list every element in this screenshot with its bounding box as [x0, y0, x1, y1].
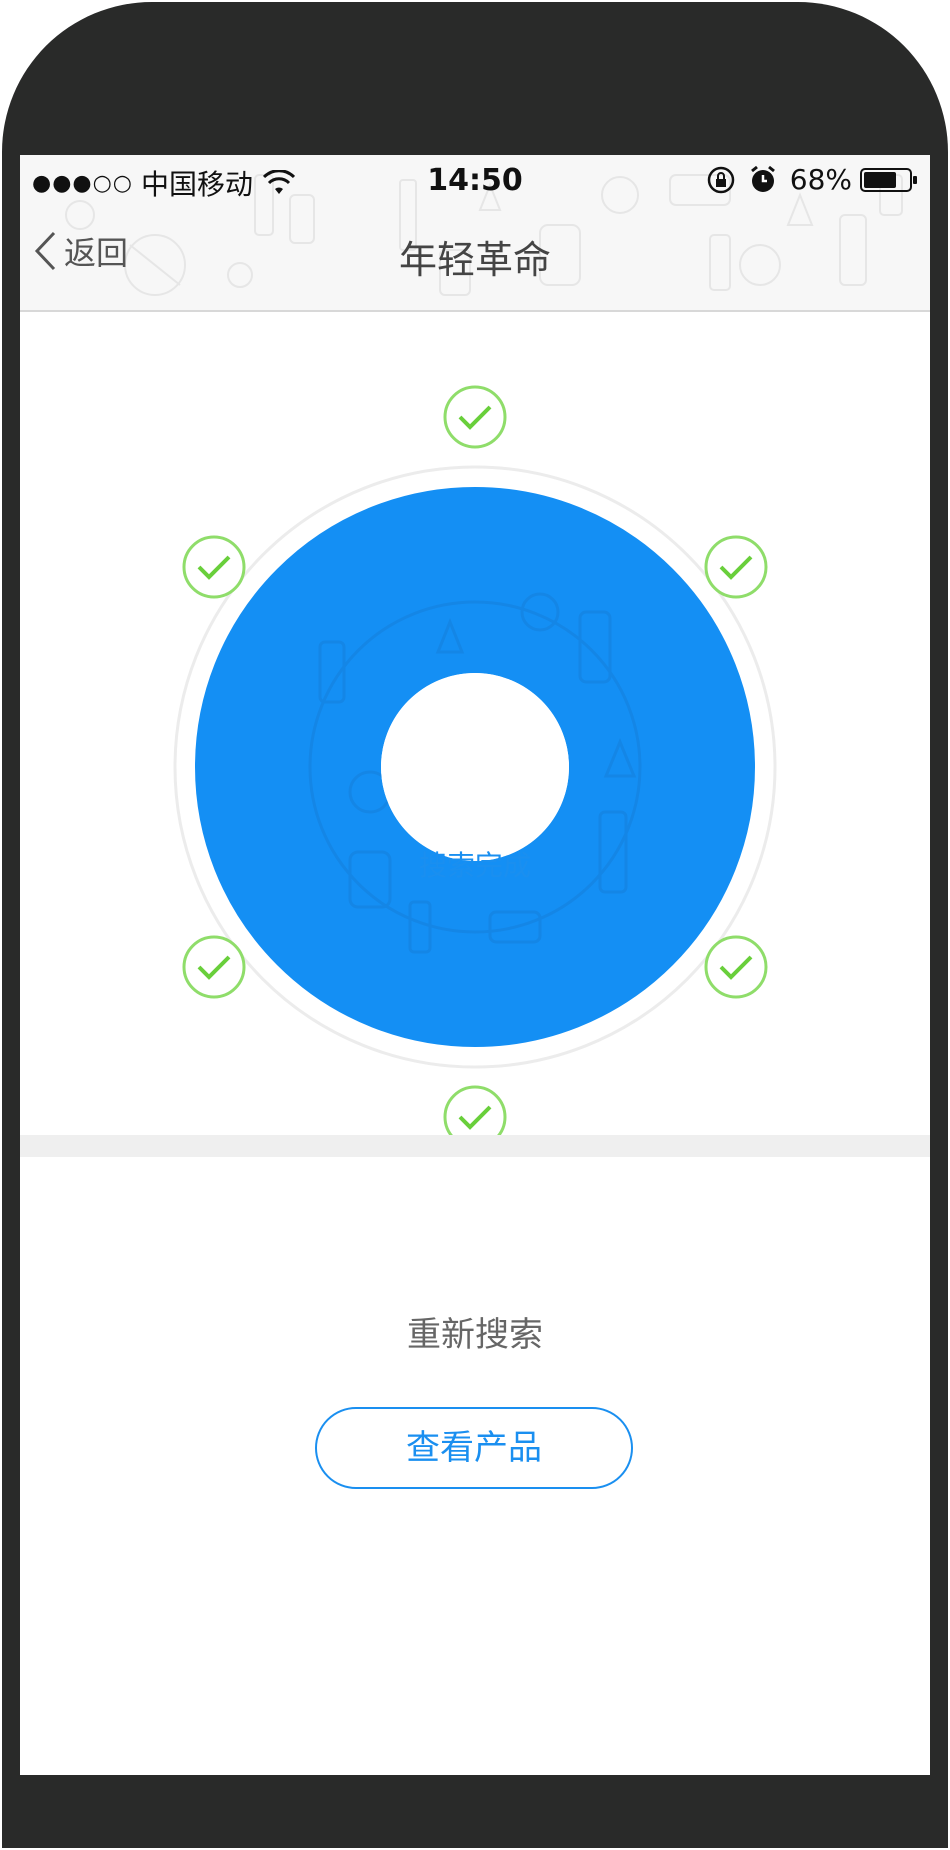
search-complete-label: 搜索完成 — [418, 849, 531, 882]
navigation-header: ●●●○○ 中国移动 14:50 68% 返回 年轻革命 — [20, 155, 930, 312]
search-again-button[interactable]: 重新搜索 — [20, 1307, 930, 1356]
check-marker-top — [443, 385, 507, 449]
phone-frame: ●●●○○ 中国移动 14:50 68% 返回 年轻革命 搜索完成 重新搜索 查… — [0, 0, 950, 1850]
page-title: 年轻革命 — [398, 238, 551, 282]
battery-icon — [860, 167, 917, 192]
app-screen: ●●●○○ 中国移动 14:50 68% 返回 年轻革命 搜索完成 重新搜索 查… — [20, 155, 930, 1775]
view-products-button[interactable]: 查看产品 — [315, 1407, 633, 1489]
actions-panel: 重新搜索 查看产品 — [20, 1157, 930, 1775]
section-divider — [20, 1135, 930, 1157]
battery-percentage: 68% — [789, 163, 852, 196]
status-right: 68% — [706, 163, 918, 196]
status-bar: ●●●○○ 中国移动 14:50 68% — [20, 155, 930, 205]
center-circle — [381, 673, 569, 861]
check-marker-lower-right — [704, 935, 768, 999]
check-marker-upper-left — [182, 535, 246, 599]
alarm-icon — [750, 165, 775, 192]
check-marker-lower-left — [182, 935, 246, 999]
check-marker-upper-right — [704, 535, 768, 599]
rotation-lock-icon — [707, 166, 735, 193]
